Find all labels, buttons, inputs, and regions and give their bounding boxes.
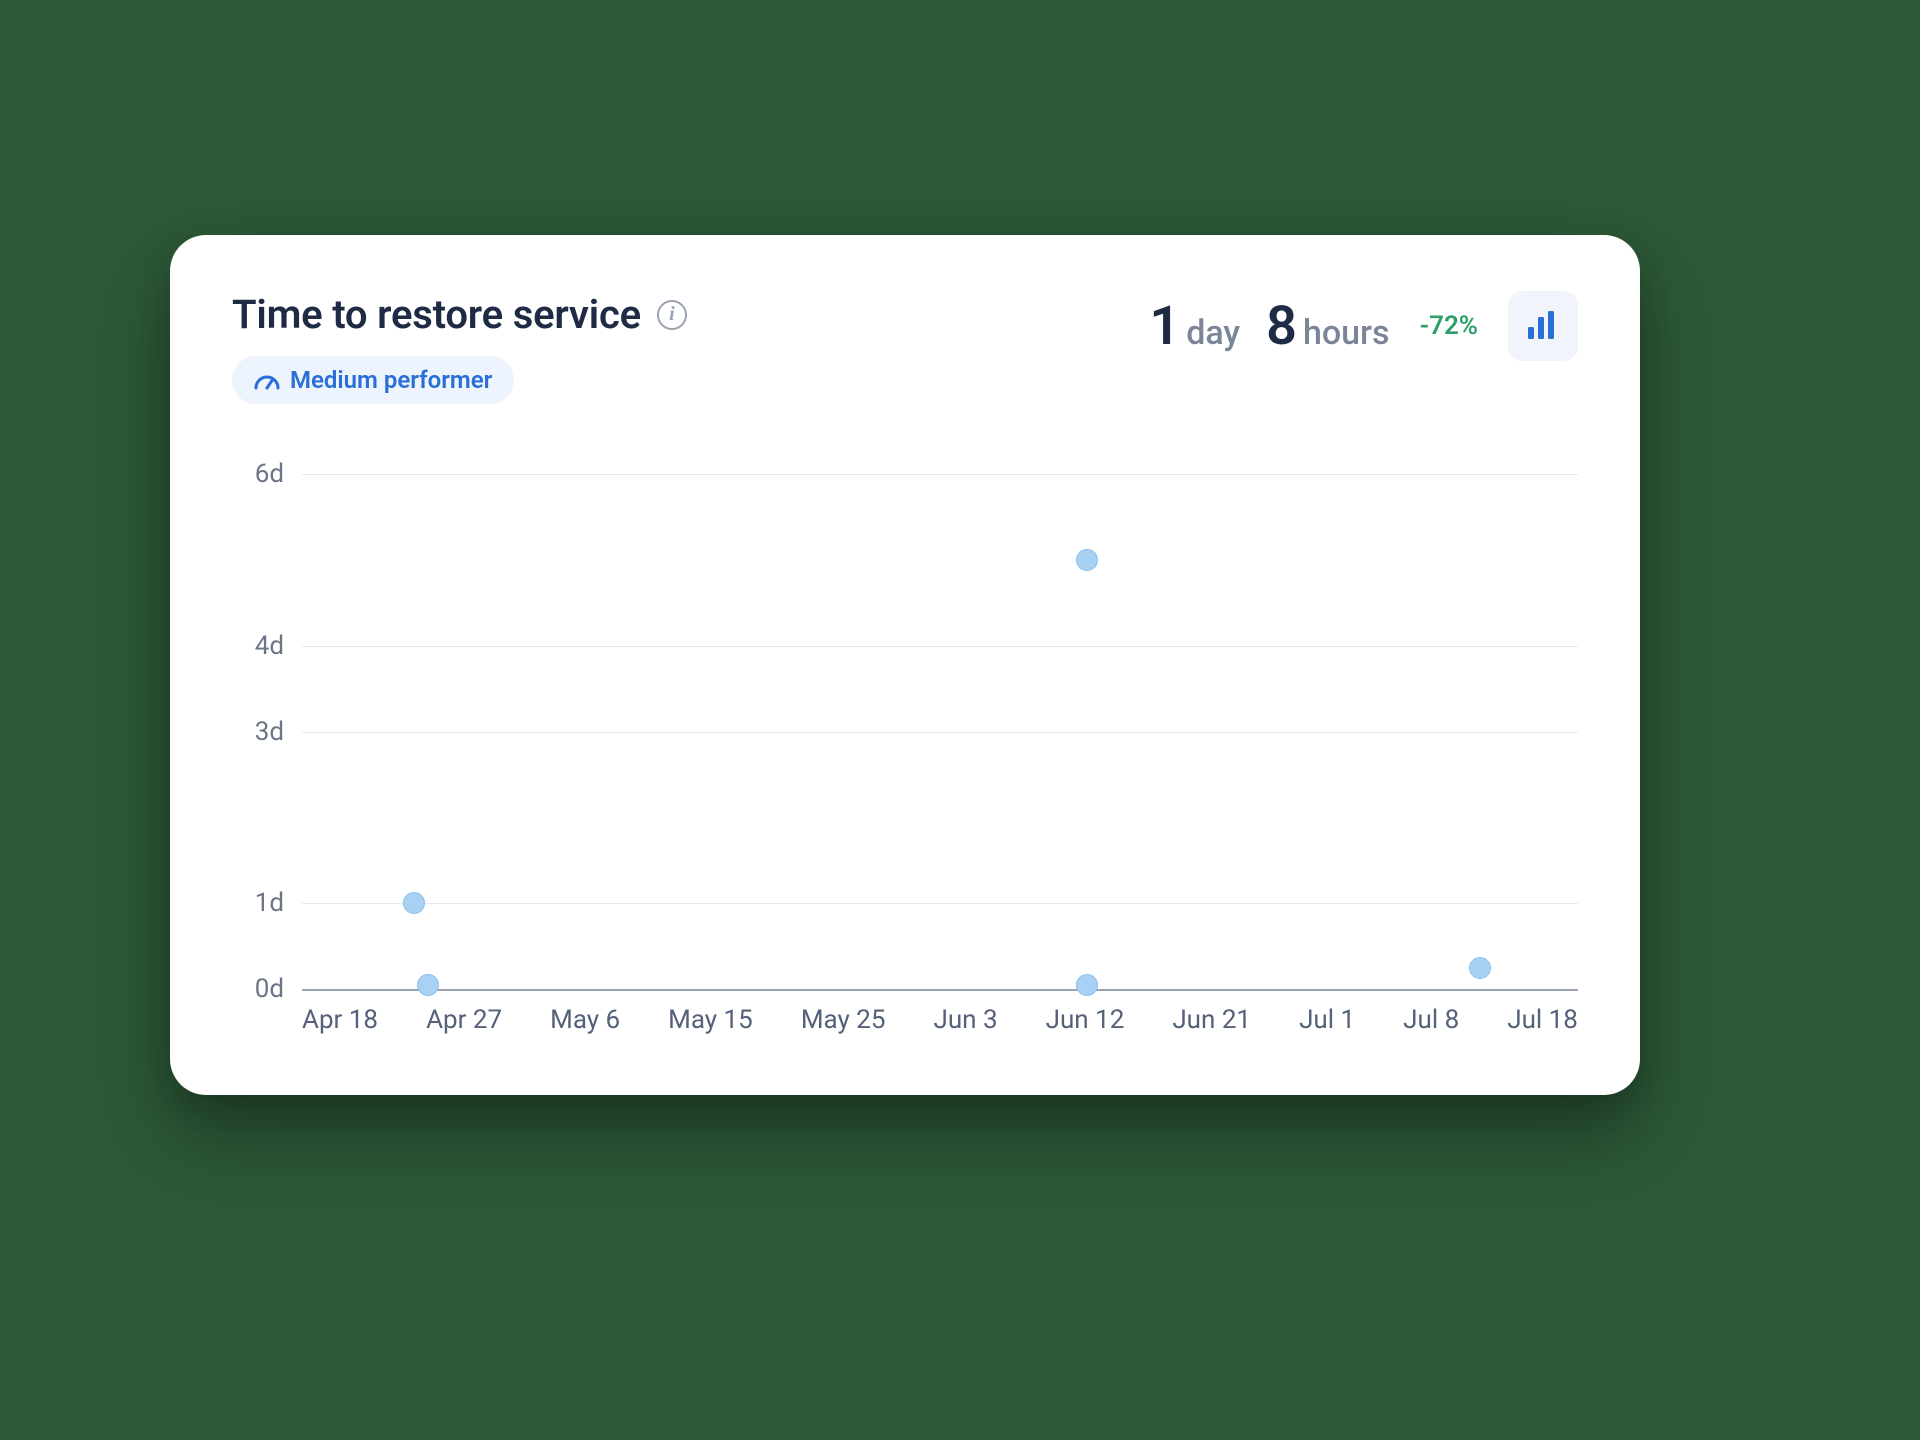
x-baseline xyxy=(302,989,1578,991)
x-tick-label: Jul 1 xyxy=(1299,1005,1355,1035)
x-tick-label: Jul 8 xyxy=(1403,1005,1459,1035)
x-tick-label: Apr 18 xyxy=(302,1005,378,1035)
y-tick-label: 1d xyxy=(255,888,284,918)
x-tick-label: Jul 18 xyxy=(1507,1005,1578,1035)
metric-primary: 1 day xyxy=(1149,295,1240,358)
y-tick-label: 4d xyxy=(255,631,284,661)
chart-area: 0d1d3d4d6d Apr 18Apr 27May 6May 15May 25… xyxy=(232,468,1578,1051)
plot-region[interactable]: Apr 18 Apr 27 May 6 May 15 May 25 Jun 3 Jun 12… xyxy=(302,468,1578,1051)
metric-secondary-unit: hours xyxy=(1303,313,1390,353)
x-tick-label: Apr 27 xyxy=(426,1005,502,1035)
x-tick-label: May 25 xyxy=(801,1005,886,1035)
performer-badge[interactable]: Medium performer xyxy=(232,356,514,404)
data-point[interactable] xyxy=(403,892,425,914)
chart-type-button[interactable] xyxy=(1508,291,1578,361)
card-title: Time to restore service xyxy=(232,291,641,338)
metric-primary-number: 1 xyxy=(1149,295,1180,358)
header-right: 1 day 8 hours -72% xyxy=(1149,291,1578,361)
metric-secondary-number: 8 xyxy=(1266,295,1297,358)
metric-group: 1 day 8 hours xyxy=(1149,295,1389,358)
data-point[interactable] xyxy=(1076,549,1098,571)
y-tick-label: 3d xyxy=(255,717,284,747)
gridline xyxy=(302,646,1578,647)
x-tick-label: Jun 12 xyxy=(1046,1005,1125,1035)
bar-chart-icon xyxy=(1525,309,1561,343)
title-row: Time to restore service i xyxy=(232,291,687,338)
info-icon[interactable]: i xyxy=(657,300,687,330)
data-point[interactable] xyxy=(417,974,439,996)
card-header: Time to restore service i Medium perform… xyxy=(232,291,1578,404)
delta-percent: -72% xyxy=(1420,311,1478,341)
data-point[interactable] xyxy=(1469,957,1491,979)
x-tick-label: Jun 3 xyxy=(933,1005,997,1035)
metric-card: Time to restore service i Medium perform… xyxy=(170,235,1640,1095)
x-tick-label: May 15 xyxy=(668,1005,753,1035)
header-left: Time to restore service i Medium perform… xyxy=(232,291,687,404)
y-axis: 0d1d3d4d6d xyxy=(232,468,302,1051)
x-tick-label: May 6 xyxy=(550,1005,620,1035)
gridline xyxy=(302,474,1578,475)
gauge-icon xyxy=(254,370,280,390)
gridline xyxy=(302,903,1578,904)
y-tick-label: 6d xyxy=(255,459,284,489)
performer-badge-label: Medium performer xyxy=(290,366,492,394)
gridline xyxy=(302,732,1578,733)
metric-secondary: 8 hours xyxy=(1266,295,1389,358)
metric-primary-unit: day xyxy=(1186,313,1240,353)
x-axis: Apr 18 Apr 27 May 6 May 15 May 25 Jun 3 Jun 12… xyxy=(302,1005,1578,1035)
x-tick-label: Jun 21 xyxy=(1172,1005,1251,1035)
y-tick-label: 0d xyxy=(255,974,284,1004)
data-point[interactable] xyxy=(1076,974,1098,996)
